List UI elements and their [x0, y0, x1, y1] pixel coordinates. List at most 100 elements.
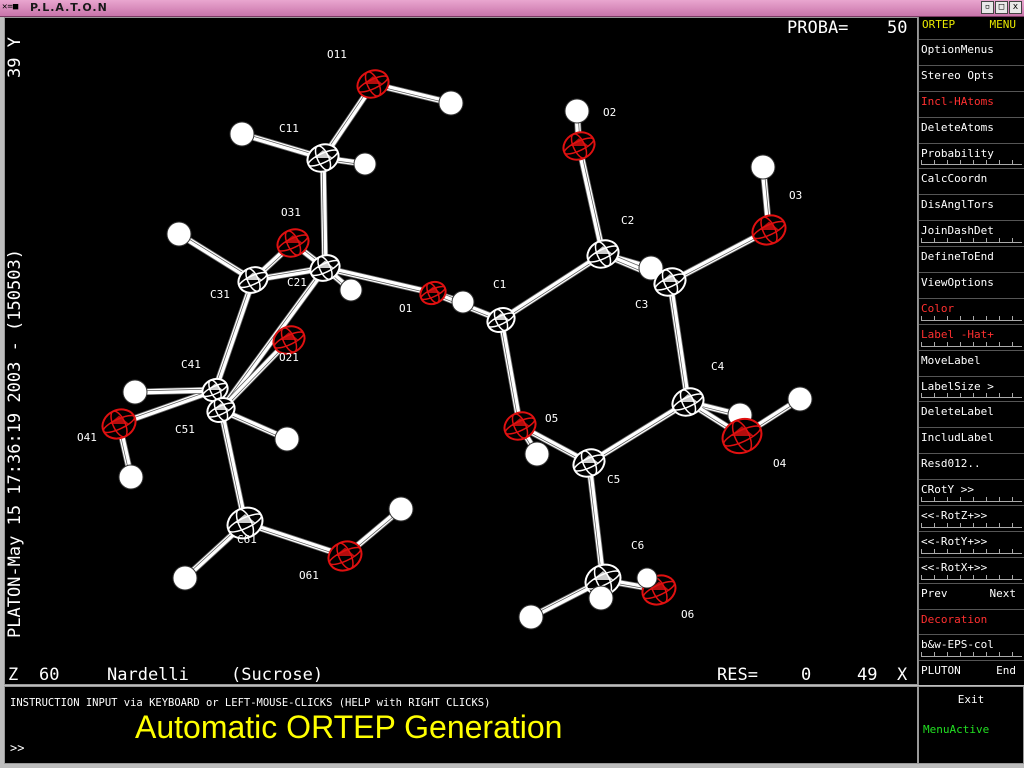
atom-label-c2[interactable]: C2 — [621, 214, 634, 227]
atom-label-o41[interactable]: O41 — [77, 431, 97, 444]
atom-label-o3[interactable]: O3 — [789, 189, 802, 202]
atom-label-c61[interactable]: C61 — [237, 533, 257, 546]
atom-o5[interactable] — [500, 407, 540, 444]
atom-hc11b[interactable] — [353, 152, 377, 176]
atom-label-c21[interactable]: C21 — [287, 276, 307, 289]
menu-item-rotz[interactable]: <<-RotZ+>> — [919, 505, 1024, 531]
atom-label-c11[interactable]: C11 — [279, 122, 299, 135]
atom-c11[interactable] — [303, 139, 343, 176]
atom-ho1[interactable] — [451, 290, 475, 314]
menu-item-deletelabel[interactable]: DeleteLabel — [919, 401, 1024, 427]
molecule-drawing[interactable]: O11 C11 O31 C21 C31 O21 C41 C51 O41 C61 O61 O1 C1 O2 C… — [5, 18, 917, 684]
menu-item-calccoordn[interactable]: CalcCoordn — [919, 168, 1024, 194]
slider-track[interactable] — [921, 341, 1022, 347]
atom-ho3[interactable] — [750, 154, 776, 180]
menu-item-definetoend[interactable]: DefineToEnd — [919, 246, 1024, 272]
minimize-button[interactable]: ▫ — [981, 1, 994, 14]
bond-c5-c6[interactable] — [585, 462, 607, 581]
bond-c51-c61[interactable] — [217, 408, 249, 525]
atom-ho41[interactable] — [118, 464, 144, 490]
bond-c3-c4[interactable] — [666, 281, 692, 403]
menu-item-decoration[interactable]: Decoration — [919, 608, 1024, 635]
menu-item-labelsize[interactable]: LabelSize > — [919, 375, 1024, 402]
command-area[interactable]: INSTRUCTION INPUT via KEYBOARD or LEFT-M… — [4, 686, 918, 764]
exit-button[interactable]: Exit — [919, 693, 1023, 706]
menu-item-resd012[interactable]: Resd012.. — [919, 453, 1024, 479]
close-button[interactable]: x — [1009, 1, 1022, 14]
atom-o1[interactable] — [417, 278, 450, 308]
menu-item-croty[interactable]: CRotY >> — [919, 479, 1024, 505]
menu-item-viewoptions[interactable]: ViewOptions — [919, 272, 1024, 298]
menu-item-joindashdet[interactable]: JoinDashDet — [919, 220, 1024, 246]
slider-track[interactable] — [921, 315, 1022, 321]
command-prompt[interactable]: >> — [10, 741, 24, 755]
atom-o2[interactable] — [559, 127, 599, 164]
atom-h11[interactable] — [438, 90, 464, 116]
atom-o4[interactable] — [717, 413, 767, 460]
menu-item-label-hat[interactable]: Label -Hat+ — [919, 323, 1024, 350]
atom-hc6a[interactable] — [588, 585, 614, 611]
slider-track[interactable] — [921, 159, 1022, 166]
platon-icon[interactable]: ✕=■ — [2, 2, 28, 13]
atom-hc31[interactable] — [166, 221, 192, 247]
atom-label-o4[interactable]: O4 — [773, 457, 787, 470]
atom-hc51[interactable] — [274, 426, 300, 452]
atom-hc11a[interactable] — [229, 121, 255, 147]
menu-item-pluton[interactable]: PLUTON End — [919, 660, 1024, 686]
slider-track[interactable] — [921, 392, 1022, 399]
menu-item-optionmenus[interactable]: OptionMenus — [919, 39, 1024, 65]
bond-c1-o5[interactable] — [497, 319, 524, 427]
slider-track[interactable] — [921, 522, 1022, 528]
ortep-canvas[interactable]: O11 C11 O31 C21 C31 O21 C41 C51 O41 C61 O61 O1 C1 O2 C… — [4, 17, 918, 685]
menu-item-stereo-opts[interactable]: Stereo Opts — [919, 64, 1024, 91]
slider-track[interactable] — [921, 237, 1022, 244]
slider-track[interactable] — [921, 548, 1022, 554]
atom-ho6[interactable] — [636, 567, 658, 589]
atom-hc41[interactable] — [122, 379, 148, 405]
menu-item-color[interactable]: Color — [919, 297, 1024, 324]
atom-ho4[interactable] — [787, 386, 813, 412]
menu-item-probability[interactable]: Probability — [919, 142, 1024, 169]
atom-label-o11[interactable]: O11 — [327, 48, 347, 61]
menu-item-incl-hatoms[interactable]: Incl-HAtoms — [919, 90, 1024, 117]
atom-label-c4[interactable]: C4 — [711, 360, 725, 373]
menu-item-prev[interactable]: Prev Next — [919, 582, 1024, 609]
atom-c5[interactable] — [569, 444, 609, 481]
atom-hc6b[interactable] — [518, 604, 544, 630]
atom-hc5[interactable] — [524, 441, 550, 467]
menu-item-rotx[interactable]: <<-RotX+>> — [919, 556, 1024, 583]
bond-c2-o2[interactable] — [575, 144, 607, 256]
atom-hc21[interactable] — [339, 278, 363, 302]
atom-label-o2[interactable]: O2 — [603, 106, 616, 119]
atom-o3[interactable] — [748, 210, 791, 250]
atom-label-o6[interactable]: O6 — [681, 608, 694, 621]
slider-track[interactable] — [921, 651, 1022, 658]
menu-item-movelabel[interactable]: MoveLabel — [919, 349, 1024, 376]
atom-label-o31[interactable]: O31 — [281, 206, 301, 219]
atom-label-o5[interactable]: O5 — [545, 412, 558, 425]
atom-label-c31[interactable]: C31 — [210, 288, 230, 301]
menu-item-deleteatoms[interactable]: DeleteAtoms — [919, 116, 1024, 143]
atom-o41[interactable] — [98, 404, 141, 444]
atom-label-o21[interactable]: O21 — [279, 351, 299, 364]
atom-label-c51[interactable]: C51 — [175, 423, 195, 436]
maximize-button[interactable]: □ — [995, 1, 1008, 14]
menu-item-includlabel[interactable]: IncludLabel — [919, 427, 1024, 453]
atom-label-c1[interactable]: C1 — [493, 278, 506, 291]
atom-o11[interactable] — [353, 65, 393, 102]
menu-item-disangltors[interactable]: DisAnglTors — [919, 194, 1024, 220]
atom-label-c5[interactable]: C5 — [607, 473, 620, 486]
title-bar[interactable]: ✕=■ P.L.A.T.O.N ▫ □ x — [0, 0, 1024, 17]
slider-track[interactable] — [921, 496, 1022, 503]
slider-track[interactable] — [921, 574, 1022, 580]
atom-label-c6[interactable]: C6 — [631, 539, 644, 552]
atom-ho2[interactable] — [564, 98, 590, 124]
atom-ho61[interactable] — [388, 496, 414, 522]
atom-label-o1[interactable]: O1 — [399, 302, 412, 315]
atom-c4[interactable] — [668, 383, 708, 420]
atom-label-c41[interactable]: C41 — [181, 358, 201, 371]
atom-hc61[interactable] — [172, 565, 198, 591]
atom-label-o61[interactable]: O61 — [299, 569, 319, 582]
menu-item-b-w-eps-col[interactable]: b&w-EPS-col — [919, 634, 1024, 660]
atom-label-c3[interactable]: C3 — [635, 298, 648, 311]
